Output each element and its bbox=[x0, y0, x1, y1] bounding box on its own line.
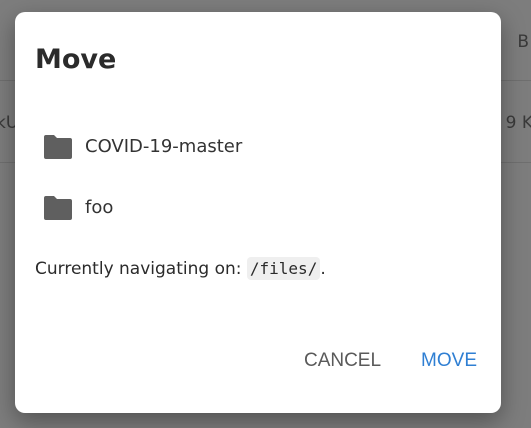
current-path-text: Currently navigating on: /files/. bbox=[35, 257, 326, 280]
folder-item-foo[interactable]: foo bbox=[15, 177, 501, 238]
folder-list: COVID-19-master foo bbox=[15, 116, 501, 238]
folder-icon bbox=[44, 134, 72, 159]
cancel-button[interactable]: CANCEL bbox=[304, 350, 381, 372]
dialog-title: Move bbox=[35, 44, 117, 75]
folder-item-covid-19-master[interactable]: COVID-19-master bbox=[15, 116, 501, 177]
current-path-suffix: . bbox=[320, 259, 326, 279]
dialog-actions: CANCEL MOVE bbox=[304, 350, 477, 372]
background-header-text: B bbox=[517, 32, 529, 52]
folder-icon bbox=[44, 195, 72, 220]
folder-label: COVID-19-master bbox=[85, 136, 243, 157]
current-path-code: /files/ bbox=[246, 257, 321, 280]
move-button[interactable]: MOVE bbox=[421, 350, 477, 372]
move-dialog: Move COVID-19-master foo Currently navig… bbox=[15, 12, 501, 413]
current-path-prefix: Currently navigating on: bbox=[35, 259, 247, 279]
background-row-size: 9 K bbox=[505, 113, 531, 133]
folder-label: foo bbox=[85, 197, 114, 218]
